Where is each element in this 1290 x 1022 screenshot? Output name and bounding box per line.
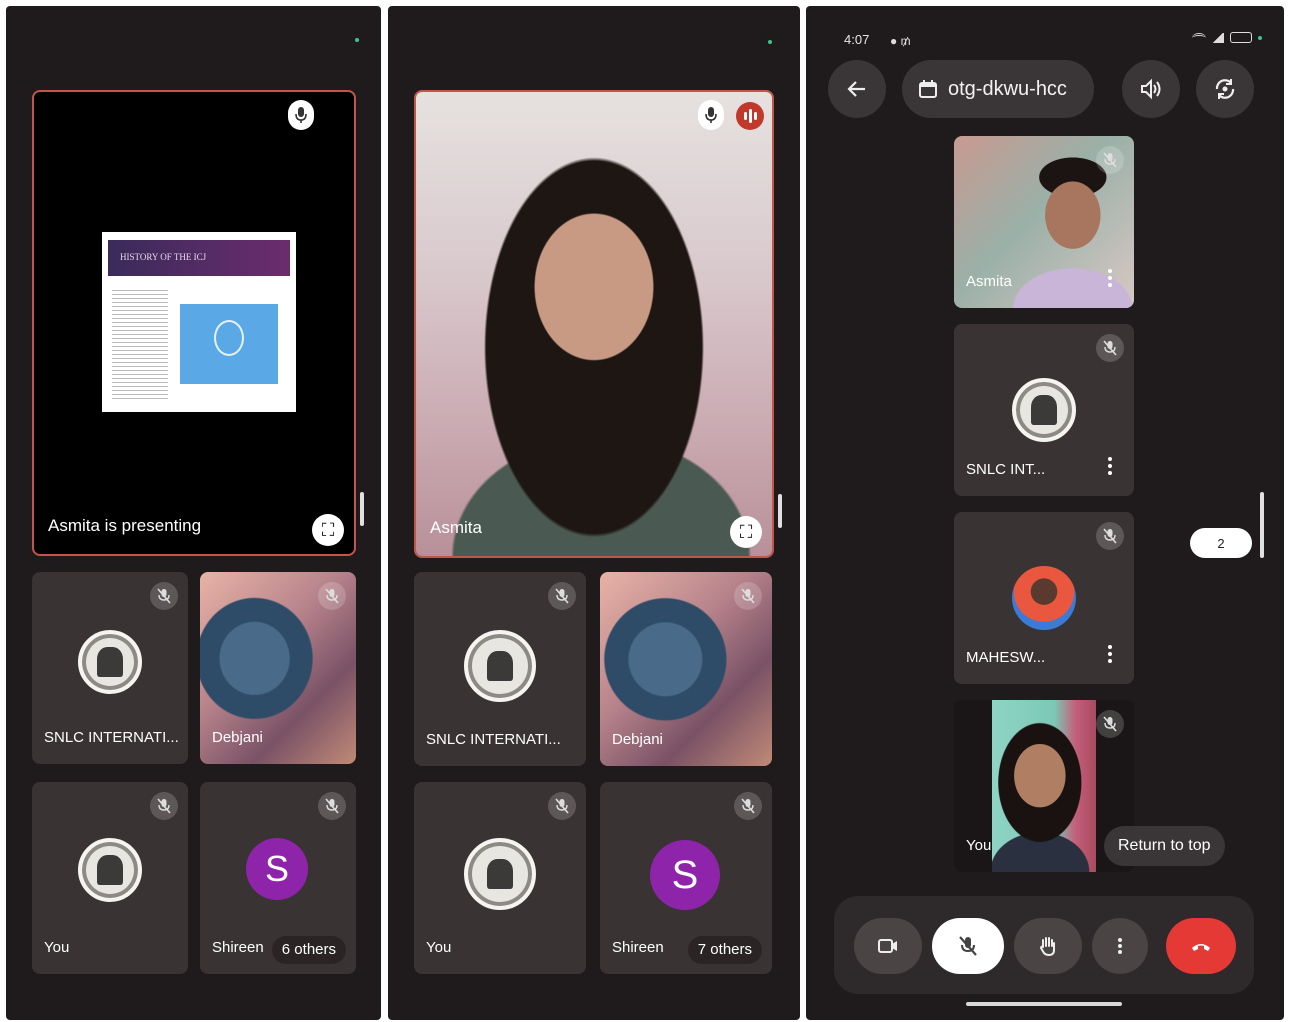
home-indicator xyxy=(966,1002,1122,1006)
more-vert-icon[interactable] xyxy=(1108,457,1112,478)
switch-camera-button[interactable] xyxy=(1196,60,1254,118)
phone-screen-1: HISTORY OF THE ICJ Asmita is presenting … xyxy=(6,6,381,1020)
participant-tile[interactable]: MAHESW... xyxy=(954,512,1134,684)
mic-toggle-button[interactable] xyxy=(932,918,1004,974)
call-controls xyxy=(834,896,1254,994)
more-options-button[interactable] xyxy=(1092,918,1148,974)
mic-off-icon xyxy=(548,792,576,820)
speaker-button[interactable] xyxy=(1122,60,1180,118)
fullscreen-icon[interactable]: ⛶ xyxy=(730,516,762,548)
back-button[interactable] xyxy=(828,60,886,118)
status-time: 4:07 xyxy=(844,32,870,47)
mic-off-icon xyxy=(1096,522,1124,550)
notification-icons: ● ₥ xyxy=(890,34,911,48)
others-count-badge[interactable]: 6 others xyxy=(271,936,346,964)
others-count-badge[interactable]: 7 others xyxy=(687,936,762,964)
avatar: S xyxy=(650,840,720,910)
participant-name: SNLC INT... xyxy=(966,461,1046,478)
participant-name: MAHESW... xyxy=(966,649,1046,666)
hang-up-icon xyxy=(1192,944,1210,951)
participant-tile[interactable]: SNLC INTERNATI... xyxy=(414,572,586,766)
mic-off-icon xyxy=(318,792,346,820)
page-indicator[interactable]: 2 xyxy=(1190,528,1252,558)
status-dot xyxy=(768,40,772,44)
system-status-icons xyxy=(1192,32,1262,43)
mic-off-icon xyxy=(734,792,762,820)
status-dot xyxy=(355,38,359,42)
mic-off-icon xyxy=(548,582,576,610)
more-vert-icon[interactable] xyxy=(1108,645,1112,666)
mic-icon xyxy=(288,100,314,130)
participant-tile[interactable]: SNLC INT... xyxy=(954,324,1134,496)
participant-name: Debjani xyxy=(612,731,663,748)
raise-hand-icon xyxy=(1039,937,1055,957)
raise-hand-button[interactable] xyxy=(1014,918,1082,974)
mic-off-icon xyxy=(150,582,178,610)
participant-name: SNLC INTERNATI... xyxy=(426,731,561,748)
participant-name: You xyxy=(44,939,70,956)
participant-name: You xyxy=(426,939,452,956)
video-feed xyxy=(992,700,1096,872)
participant-tile[interactable]: Asmita xyxy=(954,136,1134,308)
participant-name: Shireen xyxy=(212,939,264,956)
back-arrow-icon xyxy=(847,81,865,97)
more-vert-icon[interactable] xyxy=(1108,269,1112,290)
calendar-icon xyxy=(919,80,937,98)
mic-off-icon xyxy=(1096,710,1124,738)
participant-name: SNLC INTERNATI... xyxy=(44,729,179,746)
phone-screen-3: 4:07 ● ₥ otg-dkwu-hcc Asmita SNLC INT...… xyxy=(806,6,1284,1020)
org-logo xyxy=(78,838,142,902)
org-logo xyxy=(78,630,142,694)
meeting-code-pill[interactable]: otg-dkwu-hcc xyxy=(902,60,1094,118)
mic-off-icon xyxy=(318,582,346,610)
mic-off-icon xyxy=(150,792,178,820)
audio-level-icon xyxy=(736,102,764,130)
camera-toggle-button[interactable] xyxy=(854,918,922,974)
switch-camera-icon xyxy=(1215,79,1235,99)
participant-tile[interactable]: You xyxy=(414,782,586,974)
speaker-name: Asmita xyxy=(430,518,482,537)
video-stage[interactable]: Asmita ⛶ xyxy=(414,90,774,558)
participant-name: You xyxy=(966,837,992,854)
participant-name: Debjani xyxy=(212,729,263,746)
video-feed xyxy=(416,92,772,556)
scrollbar[interactable] xyxy=(778,494,782,528)
camera-icon xyxy=(878,939,897,953)
avatar: S xyxy=(246,838,308,900)
participant-tile[interactable]: S Shireen 7 others xyxy=(600,782,772,974)
presentation-stage[interactable]: HISTORY OF THE ICJ Asmita is presenting … xyxy=(32,90,356,556)
participant-name: Asmita xyxy=(966,273,1012,290)
mic-off-icon xyxy=(1096,146,1124,174)
return-to-top-button[interactable]: Return to top xyxy=(1104,826,1225,866)
participant-tile[interactable]: SNLC INTERNATI... xyxy=(32,572,188,764)
meeting-code: otg-dkwu-hcc xyxy=(948,77,1067,100)
scrollbar[interactable] xyxy=(1260,492,1264,558)
presenting-label: Asmita is presenting xyxy=(48,516,202,535)
participant-name: Shireen xyxy=(612,939,664,956)
avatar xyxy=(1012,566,1076,630)
org-logo xyxy=(464,838,536,910)
mic-icon xyxy=(698,100,724,130)
fullscreen-icon[interactable]: ⛶ xyxy=(312,514,344,546)
mic-off-icon xyxy=(959,936,977,956)
hang-up-button[interactable] xyxy=(1166,918,1236,974)
slide-title: HISTORY OF THE ICJ xyxy=(120,252,207,262)
participant-tile[interactable]: Debjani xyxy=(200,572,356,764)
participant-tile[interactable]: Debjani xyxy=(600,572,772,766)
speaker-icon xyxy=(1141,78,1161,100)
mic-off-icon xyxy=(734,582,762,610)
org-logo xyxy=(464,630,536,702)
more-vert-icon xyxy=(1118,938,1122,954)
shared-slide: HISTORY OF THE ICJ xyxy=(102,232,296,412)
participant-tile[interactable]: You xyxy=(32,782,188,974)
scrollbar[interactable] xyxy=(360,492,364,526)
org-logo xyxy=(1012,378,1076,442)
participant-tile[interactable]: S Shireen 6 others xyxy=(200,782,356,974)
phone-screen-2: Asmita ⛶ SNLC INTERNATI... Debjani You S… xyxy=(388,6,800,1020)
mic-off-icon xyxy=(1096,334,1124,362)
